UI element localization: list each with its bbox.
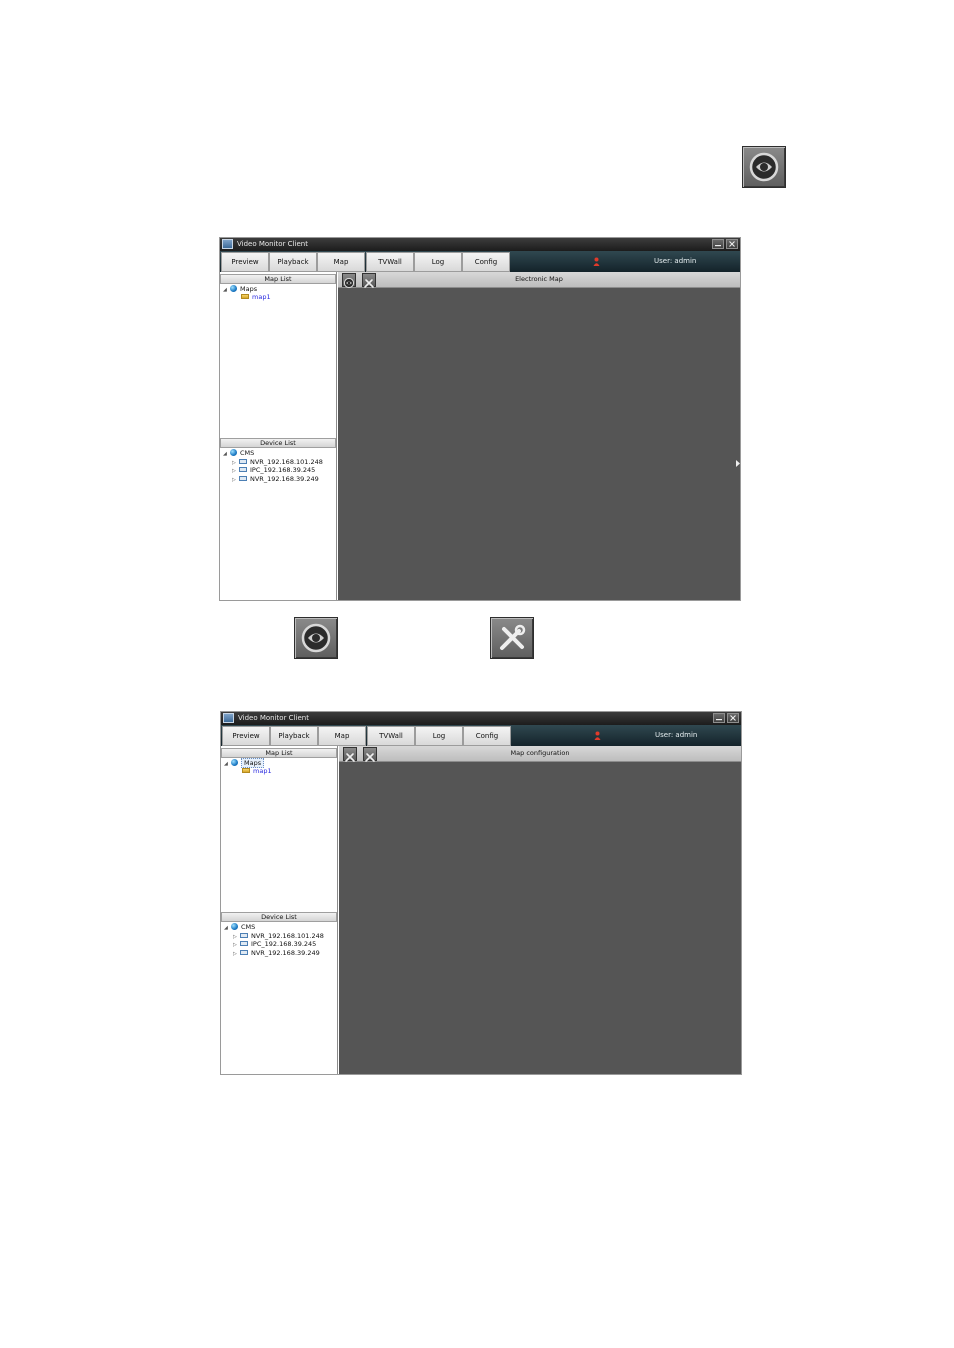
app-icon <box>222 239 233 249</box>
workspace-title: Map configuration <box>510 749 570 757</box>
window-title: Video Monitor Client <box>238 714 309 722</box>
device-list-header: Device List <box>221 912 337 922</box>
title-bar: Video Monitor Client <box>221 712 741 725</box>
globe-icon <box>230 285 237 292</box>
tree-label: NVR_192.168.101.248 <box>251 932 324 940</box>
device-list-header: Device List <box>220 438 336 448</box>
device-icon <box>240 933 248 938</box>
tab-tvwall[interactable]: TVWall <box>366 252 414 272</box>
tree-label: IPC_192.168.39.245 <box>250 466 316 474</box>
tab-config[interactable]: Config <box>463 726 511 746</box>
expand-arrow-icon[interactable]: ◢ <box>223 450 230 459</box>
menu-bar: Preview Playback Map TVWall Log Config U… <box>221 725 741 746</box>
map-list-header: Map List <box>220 274 336 284</box>
globe-icon <box>231 923 238 930</box>
app-window-electronic-map: Video Monitor Client Preview Playback Ma… <box>219 237 741 601</box>
device-icon <box>240 941 248 946</box>
tree-root-cms[interactable]: ◢ CMS <box>223 449 254 458</box>
map-workspace[interactable]: Map configuration <box>339 746 741 1074</box>
collapse-arrow-icon[interactable]: ▷ <box>232 476 239 485</box>
tab-playback[interactable]: Playback <box>269 252 317 272</box>
tree-label: NVR_192.168.39.249 <box>251 949 320 957</box>
collapse-arrow-icon[interactable]: ▷ <box>233 950 240 959</box>
tree-item-device[interactable]: ▷ NVR_192.168.39.249 <box>233 949 320 958</box>
tab-tvwall[interactable]: TVWall <box>367 726 415 746</box>
tab-map[interactable]: Map <box>317 252 365 272</box>
tab-map[interactable]: Map <box>318 726 366 746</box>
tab-playback[interactable]: Playback <box>270 726 318 746</box>
expand-arrow-icon[interactable]: ◢ <box>224 760 231 769</box>
eye-icon <box>742 146 786 188</box>
globe-icon <box>231 759 238 766</box>
expand-arrow-icon[interactable]: ◢ <box>223 286 230 295</box>
window-title: Video Monitor Client <box>237 240 308 248</box>
tab-log[interactable]: Log <box>414 252 462 272</box>
tree-label: NVR_192.168.101.248 <box>250 458 323 466</box>
tree-item-device[interactable]: ▷ IPC_192.168.39.245 <box>232 466 315 475</box>
device-icon <box>239 476 247 481</box>
close-button[interactable] <box>727 713 739 723</box>
tree-item-device[interactable]: ▷ IPC_192.168.39.245 <box>233 940 316 949</box>
globe-icon <box>230 449 237 456</box>
minimize-button[interactable] <box>712 239 724 249</box>
cursor-icon <box>736 460 740 467</box>
tab-log[interactable]: Log <box>415 726 463 746</box>
map-toolbar: Electronic Map <box>338 272 740 289</box>
workspace-title: Electronic Map <box>515 275 563 283</box>
tree-label: map1 <box>252 293 271 301</box>
title-bar: Video Monitor Client <box>220 238 740 251</box>
user-label: User: admin <box>655 731 698 739</box>
map-workspace[interactable]: Electronic Map <box>338 272 740 600</box>
tab-preview[interactable]: Preview <box>221 252 269 272</box>
tree-item-device[interactable]: ▷ NVR_192.168.39.249 <box>232 475 319 484</box>
user-icon <box>594 731 601 740</box>
tab-preview[interactable]: Preview <box>222 726 270 746</box>
tree-item-map[interactable]: map1 <box>241 293 271 302</box>
tab-config[interactable]: Config <box>462 252 510 272</box>
folder-icon <box>241 294 249 299</box>
tree-root-cms[interactable]: ◢ CMS <box>224 923 255 932</box>
folder-icon <box>242 768 250 773</box>
map-toolbar: Map configuration <box>339 746 741 762</box>
left-panel: Map List ◢ Maps map1 Device List ◢ CMS ▷ NV… <box>221 746 338 1074</box>
app-window-map-configuration: Video Monitor Client Preview Playback Ma… <box>220 711 742 1075</box>
tree-label: CMS <box>241 923 256 931</box>
eye-icon <box>294 617 338 659</box>
menu-bar: Preview Playback Map TVWall Log Config U… <box>220 251 740 272</box>
tree-label: NVR_192.168.39.249 <box>250 475 319 483</box>
tree-label: CMS <box>240 449 255 457</box>
tree-label: IPC_192.168.39.245 <box>251 940 317 948</box>
minimize-button[interactable] <box>713 713 725 723</box>
tree-label: Maps <box>240 285 258 293</box>
close-button[interactable] <box>726 239 738 249</box>
expand-arrow-icon[interactable]: ◢ <box>224 924 231 933</box>
tree-item-map[interactable]: map1 <box>242 767 272 776</box>
left-panel: Map List ◢ Maps map1 Device List ◢ CMS ▷ NV… <box>220 272 337 600</box>
device-icon <box>239 459 247 464</box>
app-icon <box>223 713 234 723</box>
tools-icon <box>490 617 534 659</box>
device-icon <box>240 950 248 955</box>
tree-label: map1 <box>253 767 272 775</box>
user-icon <box>593 257 600 266</box>
user-label: User: admin <box>654 257 697 265</box>
map-list-header: Map List <box>221 748 337 758</box>
device-icon <box>239 467 247 472</box>
